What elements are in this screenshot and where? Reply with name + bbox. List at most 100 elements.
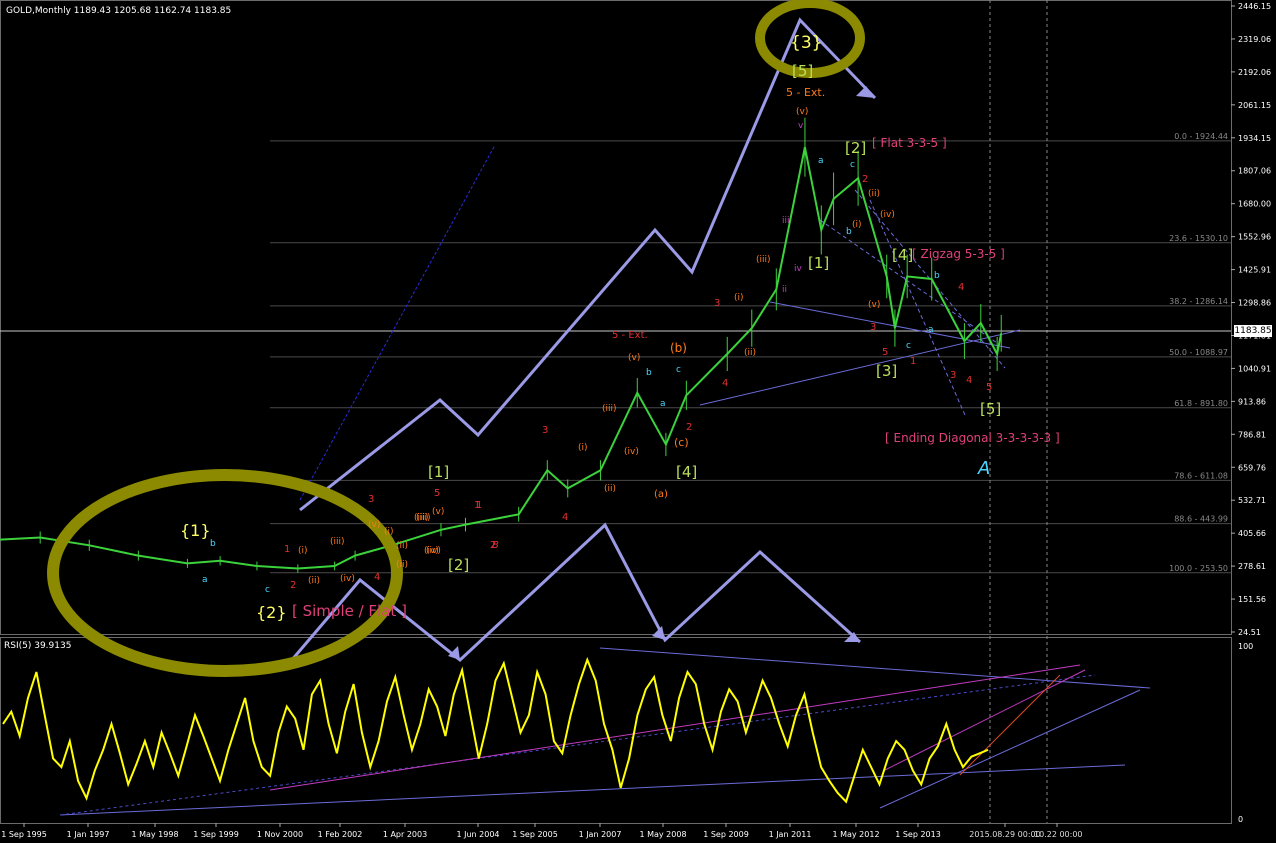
price-axis-label: 532.71 — [1238, 496, 1266, 505]
wave-label: (v) — [868, 300, 880, 310]
chart-canvas: 0.0 - 1924.44 23.6 - 1530.10 38.2 - 1286.1… — [0, 0, 1271, 839]
price-series — [0, 117, 1003, 573]
wave-label: [5] — [980, 400, 1001, 418]
wave-label: (ii) — [396, 560, 408, 570]
wave-label: {3} — [790, 33, 822, 53]
wave-label: (i) — [384, 527, 394, 537]
fib-level-label: 61.8 - 891.80 — [1174, 399, 1228, 408]
wave-label: (i) — [298, 546, 308, 556]
price-axis-label: 659.76 — [1238, 463, 1266, 472]
wave-label: 3 — [714, 298, 720, 309]
wave-label: b — [934, 271, 940, 281]
wave-label: (iv) — [426, 546, 441, 556]
time-axis-label: 1 Feb 2002 — [318, 830, 363, 839]
wave-label: (v) — [368, 520, 380, 530]
wave-label: 3 — [950, 370, 956, 381]
wave-label: 3 — [368, 494, 374, 505]
time-axis-label: 1 Sep 2009 — [703, 830, 749, 839]
wave-label: 1 — [284, 544, 290, 555]
wave-label: (i) — [578, 443, 588, 453]
wave-label: ii — [782, 285, 787, 295]
fib-level-label: 0.0 - 1924.44 — [1174, 132, 1228, 141]
price-axis-label: 1425.91 — [1238, 266, 1271, 275]
trend-line — [769, 301, 1011, 349]
wave-label: a — [818, 156, 824, 166]
wave-label: 4 — [966, 375, 972, 386]
time-axis-label: 1 Jan 1997 — [67, 830, 110, 839]
wave-path-arrows — [283, 17, 877, 669]
wave-label: (ii) — [308, 576, 320, 586]
wave-label: (i) — [734, 293, 744, 303]
wave-label: b — [210, 539, 216, 549]
trend-line — [869, 199, 966, 416]
price-axis-label: 786.81 — [1238, 430, 1266, 439]
wave-label: (a) — [654, 489, 668, 500]
wave-label: (ii) — [868, 189, 880, 199]
wave-label: B — [492, 540, 499, 551]
wave-arrow-path — [283, 522, 862, 669]
wave-label: 3 — [870, 322, 876, 333]
wave-label: (iii) — [330, 537, 345, 547]
wave-label: [ Simple / Flat ] — [292, 602, 407, 620]
rsi-trend-line — [884, 669, 1086, 771]
wave-label: c — [676, 365, 681, 375]
price-axis-label: 1807.06 — [1238, 167, 1271, 176]
price-axis-label: 1680.00 — [1238, 200, 1271, 209]
time-axis-label: 1 Jun 2004 — [456, 830, 499, 839]
wave-label: 2 — [290, 580, 296, 591]
wave-label: (iii) — [756, 255, 771, 265]
rsi-trend-line — [59, 674, 1096, 816]
wave-label: (iv) — [880, 210, 895, 220]
rsi-trend-line — [599, 647, 1151, 689]
trend-lines — [299, 144, 1021, 501]
time-axis-label: 1 Apr 2003 — [383, 830, 427, 839]
arrow-head — [856, 86, 875, 98]
trend-line — [699, 329, 1021, 406]
wave-label: {2} — [256, 603, 287, 622]
wave-labels: {3}[5]5 - Ext.(v)v[2][ Flat 3-3-5 ]a cb2(… — [180, 33, 1060, 622]
wave-label: 4 — [562, 512, 568, 523]
trend-line — [299, 144, 496, 501]
fib-level-label: 78.6 - 611.08 — [1174, 471, 1228, 480]
price-axis-label: 2446.15 — [1238, 2, 1271, 11]
wave-label: 4 — [958, 282, 964, 293]
wave-label: a — [928, 325, 934, 335]
time-axis-label: 1 May 1998 — [131, 830, 178, 839]
wave-label: a — [202, 575, 208, 585]
wave-label: (ii) — [396, 541, 408, 551]
price-axis-label: 1040.91 — [1238, 364, 1271, 373]
wave-label: 5 - Ext. — [612, 330, 648, 341]
wave-label: (ii) — [744, 348, 756, 358]
price-axis-label: 1298.86 — [1238, 299, 1271, 308]
wave-label: {1} — [180, 521, 211, 540]
price-axis-label: 2192.06 — [1238, 68, 1271, 77]
wave-label: (v) — [432, 507, 444, 517]
time-axis-label: .10.22 00:00 — [1031, 830, 1082, 839]
wave-label: c — [906, 341, 911, 351]
wave-label: [2] — [845, 139, 866, 157]
price-axis-label: 1552.96 — [1238, 233, 1271, 242]
wave-label: a — [660, 399, 666, 409]
price-line — [0, 147, 1003, 570]
time-axis-label: 1 Sep 2005 — [512, 830, 558, 839]
wave-label: [4] — [892, 246, 913, 264]
time-axis-label: 1 Jan 2011 — [769, 830, 812, 839]
time-axis-label: 1 May 2012 — [832, 830, 879, 839]
wave-label: 2 — [862, 174, 868, 185]
wave-label: c — [850, 160, 855, 170]
ohlc-values: 1189.43 1205.68 1162.74 1183.85 — [73, 6, 232, 16]
wave-label: 3 — [542, 425, 548, 436]
price-axis-label: 2061.15 — [1238, 101, 1271, 110]
price-axis-label: 24.51 — [1238, 628, 1261, 637]
rsi-line — [2, 656, 989, 804]
rsi-axis: 100 0 — [1238, 642, 1253, 824]
wave-label: [3] — [876, 362, 897, 380]
wave-label: (v) — [796, 107, 808, 117]
time-axis-label: 2015.08.29 00:00 — [969, 830, 1040, 839]
current-price-tag: 1183.85 — [1234, 325, 1272, 337]
symbol-label: GOLD,Monthly — [6, 6, 71, 16]
wave-label: [2] — [448, 556, 469, 574]
wave-label: [1] — [428, 463, 449, 481]
wave-label: 5 - Ext. — [786, 86, 825, 99]
price-axis-label: 151.56 — [1238, 595, 1266, 604]
